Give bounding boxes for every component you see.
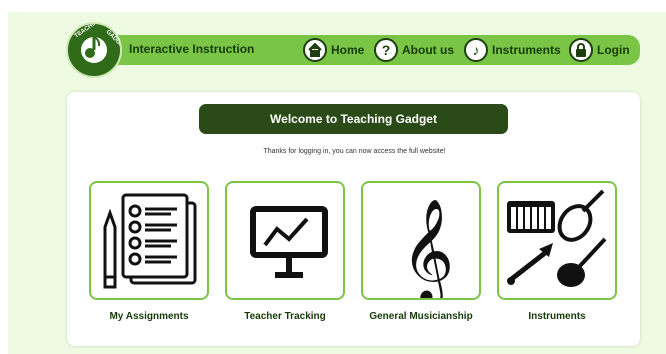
tile-label-instruments: Instruments xyxy=(528,311,586,322)
tile-general-musicianship[interactable]: 𝄞 xyxy=(361,181,481,300)
tile-instruments[interactable] xyxy=(497,181,617,300)
nav-instruments-label: Instruments xyxy=(492,43,561,57)
music-note-icon: ♪ xyxy=(464,38,488,62)
treble-clef-icon: 𝄞 xyxy=(401,198,454,298)
nav-login[interactable]: Login xyxy=(569,37,630,63)
question-icon: ? xyxy=(374,38,398,62)
tile-label-tracking: Teacher Tracking xyxy=(244,311,326,322)
checklist-icon xyxy=(103,193,197,289)
nav-about-label: About us xyxy=(402,43,454,57)
welcome-banner: Welcome to Teaching Gadget xyxy=(199,104,508,134)
chart-presentation-icon xyxy=(250,206,328,278)
nav-home[interactable]: Home xyxy=(303,37,364,63)
nav-login-label: Login xyxy=(597,43,630,57)
instruments-icon xyxy=(507,189,607,287)
svg-text:TEACHING: TEACHING xyxy=(74,24,103,40)
lock-icon xyxy=(569,38,593,62)
login-message: Thanks for logging in, you can now acces… xyxy=(263,148,446,155)
tile-label-musicianship: General Musicianship xyxy=(369,311,473,322)
nav-instruments[interactable]: ♪ Instruments xyxy=(464,37,561,63)
nav-home-label: Home xyxy=(331,43,365,57)
tile-my-assignments[interactable] xyxy=(89,181,209,300)
nav-about-us[interactable]: ? About us xyxy=(374,37,454,63)
brand-title: Interactive Instruction xyxy=(129,42,255,56)
tile-label-assignments: My Assignments xyxy=(109,311,189,322)
home-icon xyxy=(303,38,327,62)
svg-text:𝄞: 𝄞 xyxy=(401,198,454,298)
teaching-gadget-logo[interactable]: TEACHING GADGET xyxy=(66,22,122,78)
tile-teacher-tracking[interactable] xyxy=(225,181,345,300)
